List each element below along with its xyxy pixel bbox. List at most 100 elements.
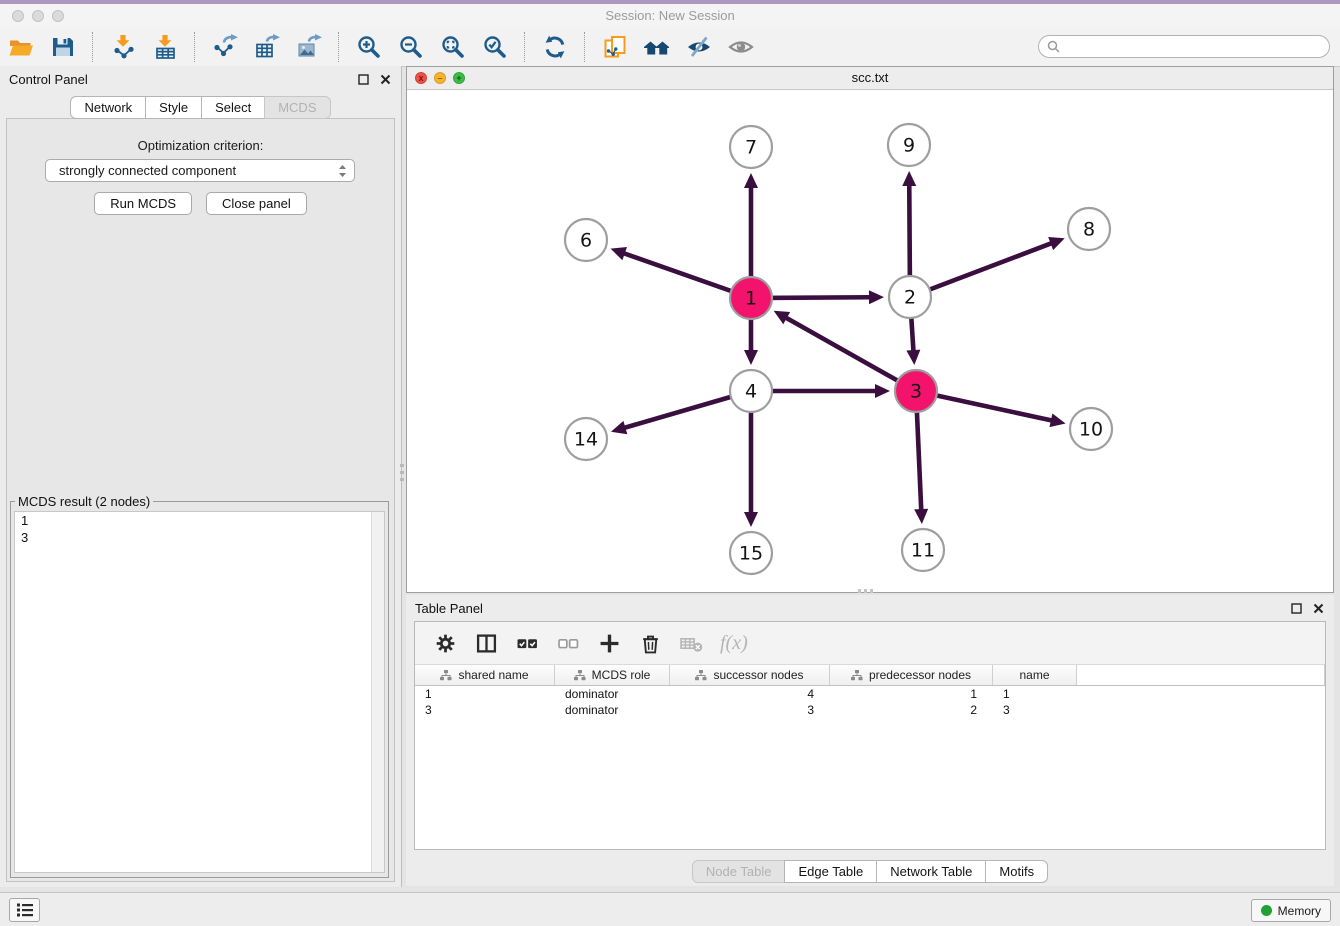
close-table-panel-icon[interactable] bbox=[1311, 601, 1325, 615]
edge-1-6[interactable] bbox=[611, 247, 751, 298]
export-network-icon[interactable] bbox=[210, 33, 240, 61]
control-tab-network[interactable]: Network bbox=[70, 96, 146, 119]
table-tab-node-table[interactable]: Node Table bbox=[692, 860, 786, 883]
splitter-handle-horizontal[interactable] bbox=[858, 589, 874, 593]
toolbar-separator bbox=[338, 32, 340, 62]
hide-panels-eye-slash-icon[interactable] bbox=[684, 33, 714, 61]
table-row[interactable]: 3dominator323 bbox=[415, 702, 1325, 718]
show-panels-eye-icon[interactable] bbox=[726, 33, 756, 61]
column-header-predecessor-nodes[interactable]: predecessor nodes bbox=[830, 665, 993, 685]
close-panel-icon[interactable] bbox=[378, 72, 392, 86]
export-table-icon[interactable] bbox=[252, 33, 282, 61]
split-table-icon[interactable] bbox=[474, 631, 498, 655]
node-label-7: 7 bbox=[745, 137, 757, 159]
node-6[interactable]: 6 bbox=[565, 219, 607, 261]
cell-shared-name[interactable]: 1 bbox=[415, 686, 555, 702]
cell-mcds-role[interactable]: dominator bbox=[555, 686, 670, 702]
delete-column-trash-icon[interactable] bbox=[638, 631, 662, 655]
column-header-name[interactable]: name bbox=[993, 665, 1077, 685]
control-panel: Control Panel NetworkStyleSelectMCDS Opt… bbox=[0, 66, 402, 887]
cell-successor-nodes[interactable]: 4 bbox=[670, 686, 830, 702]
result-scrollbar[interactable] bbox=[371, 512, 384, 872]
import-network-icon[interactable] bbox=[108, 33, 138, 61]
edge-3-10[interactable] bbox=[916, 391, 1066, 427]
table-tab-network-table[interactable]: Network Table bbox=[876, 860, 986, 883]
node-14[interactable]: 14 bbox=[565, 418, 607, 460]
zoom-selected-icon[interactable] bbox=[480, 33, 510, 61]
node-label-3: 3 bbox=[910, 381, 922, 403]
copy-network-view-icon[interactable] bbox=[600, 33, 630, 61]
table-row[interactable]: 1dominator411 bbox=[415, 686, 1325, 702]
network-canvas[interactable]: 7 9 6 8 1 2 4 3 14 10 15 11 bbox=[407, 89, 1333, 592]
edge-3-1[interactable] bbox=[774, 311, 916, 391]
node-1[interactable]: 1 bbox=[730, 277, 772, 319]
node-10[interactable]: 10 bbox=[1070, 408, 1112, 450]
node-label-11: 11 bbox=[911, 540, 935, 562]
node-9[interactable]: 9 bbox=[888, 124, 930, 166]
control-panel-header: Control Panel bbox=[0, 66, 401, 92]
search-input[interactable] bbox=[1065, 39, 1319, 55]
node-7[interactable]: 7 bbox=[730, 126, 772, 168]
column-header-mcds-role[interactable]: MCDS role bbox=[555, 665, 670, 685]
mcds-result-list[interactable]: 13 bbox=[14, 511, 385, 873]
cell-name[interactable]: 1 bbox=[993, 686, 1077, 702]
table-settings-gear-icon[interactable] bbox=[433, 631, 457, 655]
splitter-handle-vertical[interactable] bbox=[400, 464, 404, 482]
cell-mcds-role[interactable]: dominator bbox=[555, 702, 670, 718]
save-session-icon[interactable] bbox=[48, 33, 78, 61]
table-tab-motifs[interactable]: Motifs bbox=[985, 860, 1048, 883]
cell-shared-name[interactable]: 3 bbox=[415, 702, 555, 718]
node-label-8: 8 bbox=[1083, 219, 1095, 241]
cell-predecessor-nodes[interactable]: 2 bbox=[830, 702, 993, 718]
optimization-criterion-select[interactable]: strongly connected component bbox=[45, 159, 355, 182]
home-layout-icon[interactable] bbox=[642, 33, 672, 61]
node-11[interactable]: 11 bbox=[902, 529, 944, 571]
control-tab-mcds[interactable]: MCDS bbox=[264, 96, 330, 119]
node-label-6: 6 bbox=[580, 230, 592, 252]
memory-button[interactable]: Memory bbox=[1251, 899, 1331, 922]
cell-successor-nodes[interactable]: 3 bbox=[670, 702, 830, 718]
main-toolbar bbox=[0, 28, 1340, 67]
select-all-columns-icon[interactable] bbox=[515, 631, 539, 655]
list-icon bbox=[16, 902, 34, 918]
cell-predecessor-nodes[interactable]: 1 bbox=[830, 686, 993, 702]
node-3[interactable]: 3 bbox=[895, 370, 937, 412]
node-4[interactable]: 4 bbox=[730, 370, 772, 412]
table-panel-header: Table Panel bbox=[406, 595, 1334, 621]
run-mcds-button[interactable]: Run MCDS bbox=[94, 192, 192, 215]
add-column-icon[interactable] bbox=[597, 631, 621, 655]
titlebar: Session: New Session bbox=[0, 4, 1340, 28]
control-panel-tabs: NetworkStyleSelectMCDS bbox=[0, 96, 401, 119]
task-list-button[interactable] bbox=[9, 898, 40, 922]
export-image-icon[interactable] bbox=[294, 33, 324, 61]
column-header-successor-nodes[interactable]: successor nodes bbox=[670, 665, 830, 685]
zoom-out-icon[interactable] bbox=[396, 33, 426, 61]
search-field[interactable] bbox=[1038, 35, 1330, 58]
node-table-container: f(x) shared nameMCDS rolesuccessor nodes… bbox=[414, 621, 1326, 850]
close-panel-button[interactable]: Close panel bbox=[206, 192, 307, 215]
zoom-fit-icon[interactable] bbox=[438, 33, 468, 61]
control-tab-select[interactable]: Select bbox=[201, 96, 265, 119]
float-panel-icon[interactable] bbox=[356, 72, 370, 86]
table-panel: Table Panel bbox=[406, 595, 1334, 886]
node-label-9: 9 bbox=[903, 135, 915, 157]
node-15[interactable]: 15 bbox=[730, 532, 772, 574]
table-body[interactable]: 1dominator4113dominator323 bbox=[415, 686, 1325, 718]
column-header-shared-name[interactable]: shared name bbox=[415, 665, 555, 685]
open-session-icon[interactable] bbox=[6, 33, 36, 61]
float-table-panel-icon[interactable] bbox=[1289, 601, 1303, 615]
edge-2-8[interactable] bbox=[910, 237, 1065, 297]
control-tab-style[interactable]: Style bbox=[145, 96, 202, 119]
table-header-row: shared nameMCDS rolesuccessor nodesprede… bbox=[415, 665, 1325, 686]
zoom-in-icon[interactable] bbox=[354, 33, 384, 61]
delete-table-icon-disabled bbox=[679, 631, 703, 655]
table-tab-edge-table[interactable]: Edge Table bbox=[784, 860, 877, 883]
network-window-titlebar[interactable]: x – + scc.txt bbox=[407, 67, 1333, 90]
node-2[interactable]: 2 bbox=[889, 276, 931, 318]
node-8[interactable]: 8 bbox=[1068, 208, 1110, 250]
node-label-4: 4 bbox=[745, 381, 757, 403]
deselect-all-columns-icon[interactable] bbox=[556, 631, 580, 655]
cell-name[interactable]: 3 bbox=[993, 702, 1077, 718]
import-table-icon[interactable] bbox=[150, 33, 180, 61]
refresh-layout-icon[interactable] bbox=[540, 33, 570, 61]
